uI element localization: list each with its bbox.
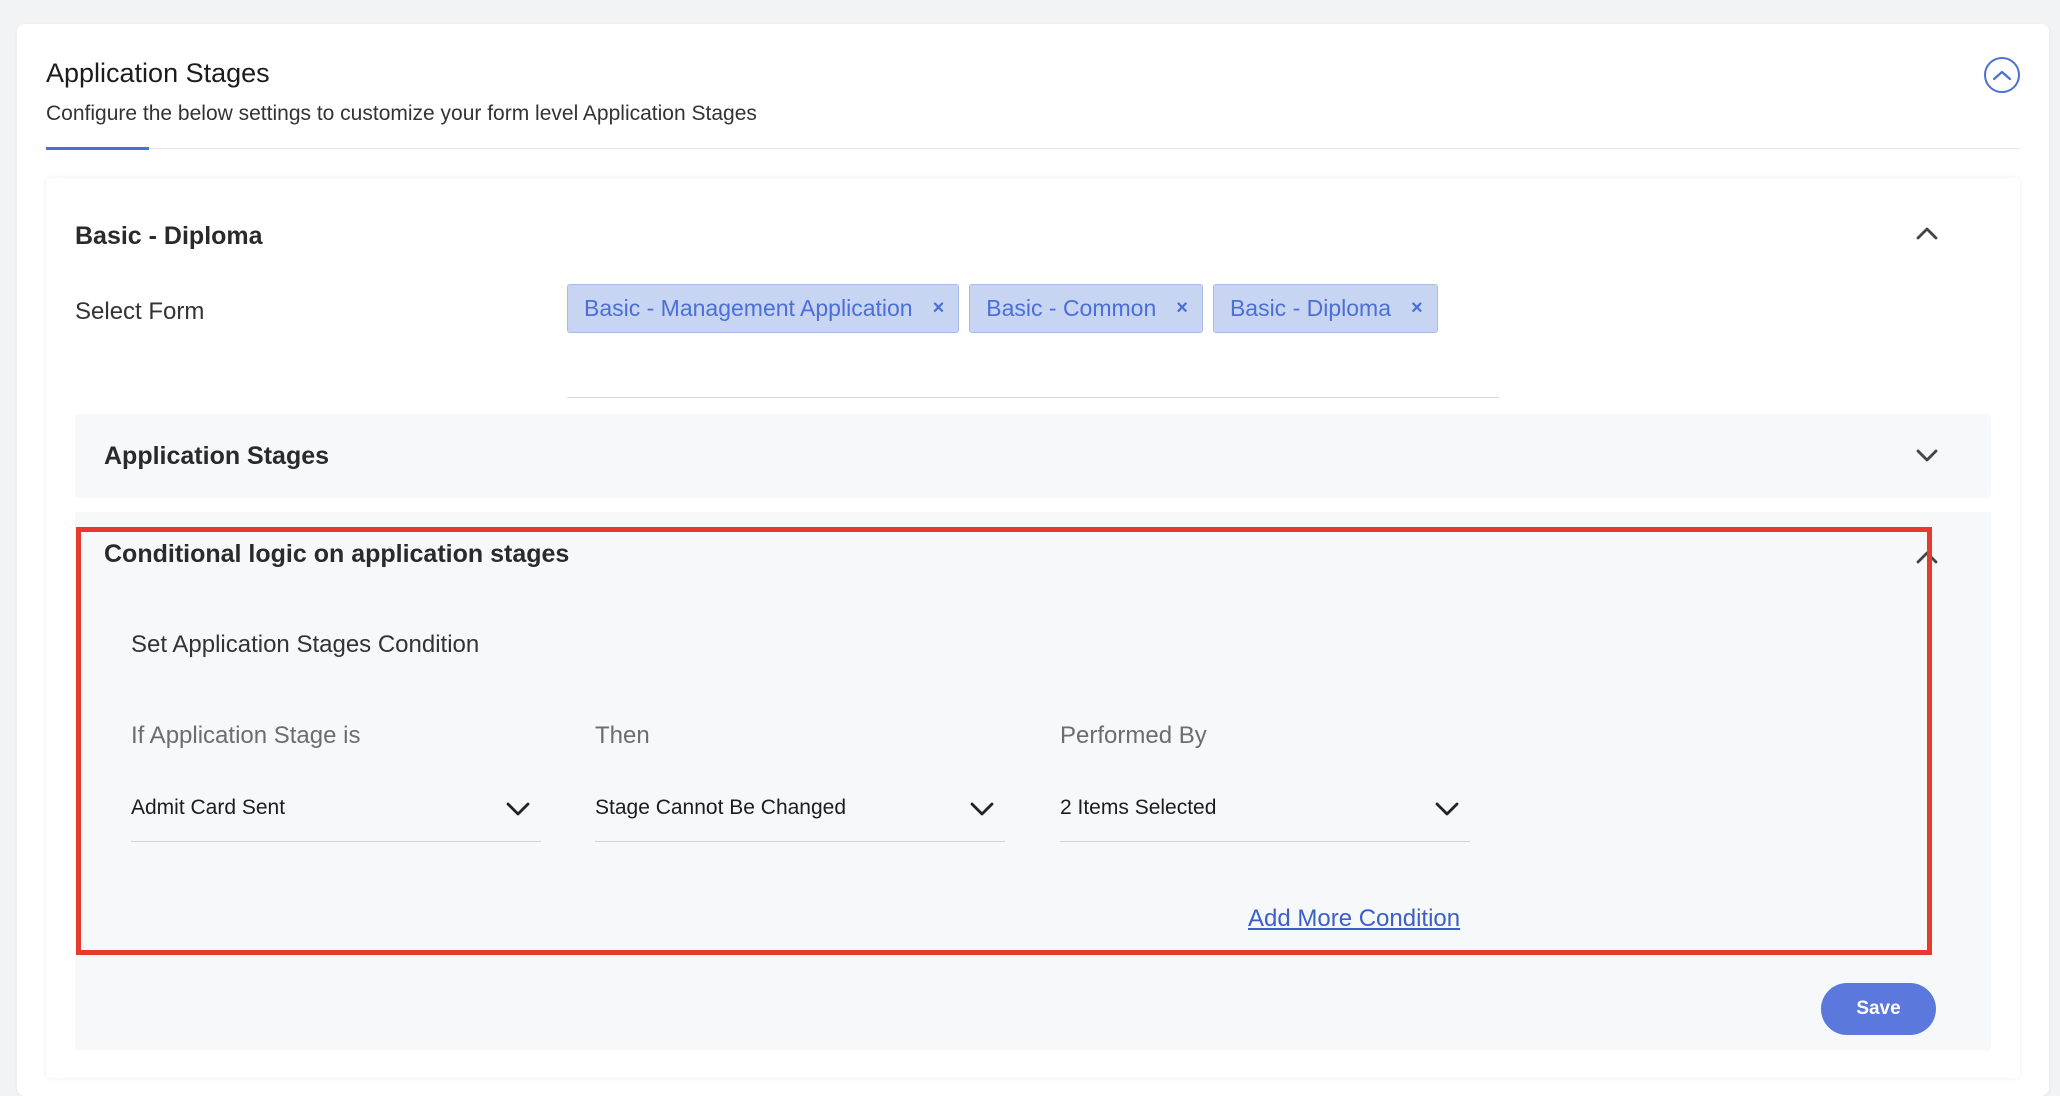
accordion-title: Application Stages bbox=[104, 442, 330, 470]
highlight-annotation-box bbox=[76, 527, 1932, 955]
expand-accordion-button[interactable] bbox=[1912, 441, 1942, 471]
form-chip-label: Basic - Management Application bbox=[584, 295, 913, 321]
chevron-down-icon bbox=[1916, 449, 1938, 462]
form-section-title: Basic - Diploma bbox=[75, 222, 263, 250]
remove-chip-icon[interactable]: × bbox=[1411, 297, 1423, 320]
save-button[interactable]: Save bbox=[1821, 983, 1936, 1035]
selected-forms: Basic - Management Application × Basic -… bbox=[567, 284, 1438, 333]
form-chip: Basic - Diploma × bbox=[1212, 284, 1438, 333]
form-chip-label: Basic - Common bbox=[986, 295, 1157, 321]
collapse-section-button[interactable] bbox=[1984, 57, 2020, 93]
form-chip: Basic - Common × bbox=[969, 284, 1203, 333]
page-title: Application Stages bbox=[46, 58, 270, 88]
application-stages-accordion[interactable]: Application Stages bbox=[75, 414, 1991, 498]
remove-chip-icon[interactable]: × bbox=[933, 297, 945, 320]
remove-chip-icon[interactable]: × bbox=[1176, 297, 1188, 320]
select-form-input-underline[interactable] bbox=[567, 397, 1499, 398]
chevron-up-icon bbox=[1916, 227, 1938, 240]
header-accent-bar bbox=[46, 147, 149, 150]
chevron-up-icon bbox=[1992, 70, 2012, 81]
select-form-label: Select Form bbox=[75, 298, 205, 325]
form-chip: Basic - Management Application × bbox=[567, 284, 960, 333]
form-section-collapse-button[interactable] bbox=[1912, 218, 1942, 248]
page-subtitle: Configure the below settings to customiz… bbox=[46, 102, 757, 125]
form-chip-label: Basic - Diploma bbox=[1229, 295, 1391, 321]
header-divider bbox=[46, 148, 2020, 149]
